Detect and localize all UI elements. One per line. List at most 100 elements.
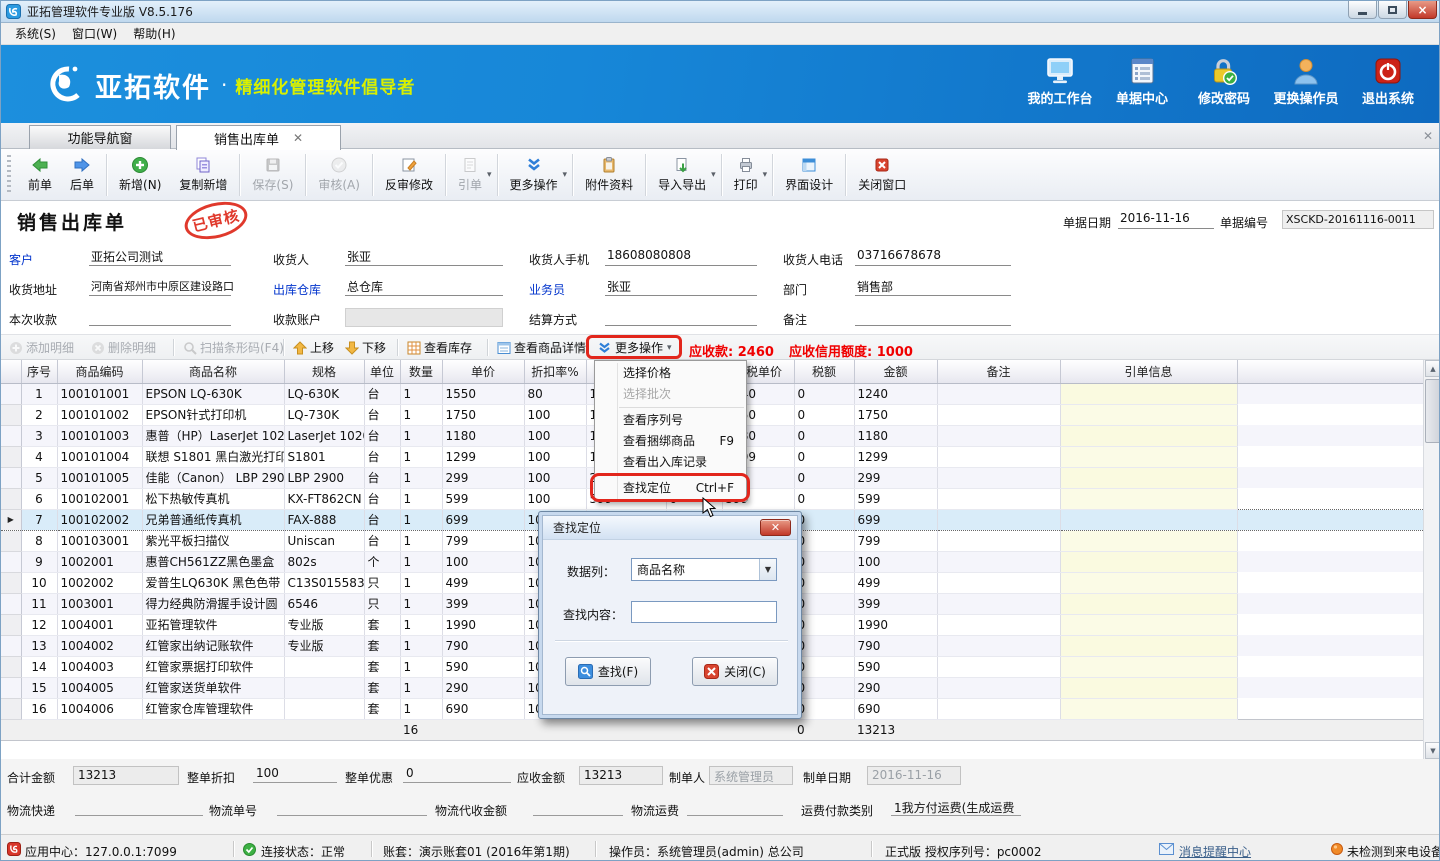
cell[interactable]: 个 bbox=[364, 551, 400, 572]
col-amount[interactable]: 金额 bbox=[854, 360, 937, 383]
cell[interactable]: LQ-730K bbox=[284, 404, 364, 425]
row-indicator[interactable] bbox=[1, 467, 21, 488]
tab-nav-window[interactable]: 功能导航窗 bbox=[29, 125, 171, 149]
cell[interactable]: 0 bbox=[794, 677, 854, 698]
cell[interactable] bbox=[1060, 383, 1237, 404]
cell[interactable] bbox=[1060, 677, 1237, 698]
cell[interactable]: 0 bbox=[794, 551, 854, 572]
row-indicator[interactable] bbox=[1, 551, 21, 572]
cell[interactable]: 100102002 bbox=[57, 509, 142, 530]
cell[interactable]: 80 bbox=[524, 383, 586, 404]
vertical-scrollbar[interactable]: ▲ ▼ bbox=[1423, 360, 1440, 759]
cell[interactable]: 只 bbox=[364, 593, 400, 614]
cell[interactable] bbox=[1060, 404, 1237, 425]
cell[interactable]: 1 bbox=[400, 677, 442, 698]
row-indicator[interactable] bbox=[1, 614, 21, 635]
close-window-button[interactable]: 关闭窗口 bbox=[849, 153, 915, 196]
cell[interactable]: 100101004 bbox=[57, 446, 142, 467]
cell[interactable] bbox=[1060, 698, 1237, 719]
cell[interactable]: 599 bbox=[854, 488, 937, 509]
warehouse-label[interactable]: 出库仓库 bbox=[273, 281, 321, 298]
row-indicator[interactable] bbox=[1, 698, 21, 719]
scroll-up-icon[interactable]: ▲ bbox=[1425, 360, 1440, 377]
cell[interactable]: 1004001 bbox=[57, 614, 142, 635]
col-unit[interactable]: 单位 bbox=[364, 360, 400, 383]
cell[interactable] bbox=[937, 593, 1060, 614]
cell[interactable]: 佳能（Canon） LBP 2900+ bbox=[142, 467, 284, 488]
cell[interactable]: 台 bbox=[364, 383, 400, 404]
cell[interactable]: 790 bbox=[854, 635, 937, 656]
cell[interactable]: 1299 bbox=[854, 446, 937, 467]
cell[interactable]: 套 bbox=[364, 677, 400, 698]
cell[interactable]: 1004002 bbox=[57, 635, 142, 656]
cell[interactable]: 0 bbox=[794, 509, 854, 530]
import-export-dropdown-icon[interactable]: ▾ bbox=[711, 170, 716, 180]
cell[interactable] bbox=[937, 509, 1060, 530]
cell[interactable]: 套 bbox=[364, 698, 400, 719]
cell[interactable]: 100101001 bbox=[57, 383, 142, 404]
cell[interactable]: 499 bbox=[854, 572, 937, 593]
cell[interactable]: EPSON针式打印机 bbox=[142, 404, 284, 425]
row-indicator[interactable] bbox=[1, 383, 21, 404]
row-indicator[interactable] bbox=[1, 593, 21, 614]
close-button[interactable]: × bbox=[1408, 1, 1437, 19]
cell[interactable]: 松下热敏传真机 bbox=[142, 488, 284, 509]
cell[interactable] bbox=[1060, 593, 1237, 614]
row-indicator[interactable] bbox=[1, 677, 21, 698]
col-seq[interactable]: 序号 bbox=[21, 360, 57, 383]
cell[interactable]: 699 bbox=[854, 509, 937, 530]
cell[interactable]: 1 bbox=[400, 488, 442, 509]
cell[interactable]: 1002001 bbox=[57, 551, 142, 572]
cell[interactable]: 专业版 bbox=[284, 635, 364, 656]
switch-operator-button[interactable]: 更换操作员 bbox=[1265, 57, 1347, 107]
doc-date-value[interactable]: 2016-11-16 bbox=[1118, 211, 1214, 229]
cell[interactable]: 100 bbox=[524, 446, 586, 467]
cell[interactable]: 16 bbox=[21, 698, 57, 719]
row-indicator[interactable] bbox=[1, 635, 21, 656]
menu-system[interactable]: 系统(S) bbox=[11, 22, 68, 45]
cell[interactable]: 1 bbox=[400, 404, 442, 425]
cell[interactable] bbox=[937, 614, 1060, 635]
cell[interactable]: 100101003 bbox=[57, 425, 142, 446]
freight-field[interactable] bbox=[687, 799, 783, 816]
cell[interactable]: 1750 bbox=[442, 404, 524, 425]
cell[interactable]: 1 bbox=[400, 635, 442, 656]
pull-order-dropdown-icon[interactable]: ▾ bbox=[487, 170, 492, 180]
phone-field[interactable]: 03716678678 bbox=[855, 248, 1011, 266]
cell[interactable]: 红管家送货单软件 bbox=[142, 677, 284, 698]
cell[interactable]: 0 bbox=[794, 383, 854, 404]
col-product-name[interactable]: 商品名称 bbox=[142, 360, 284, 383]
cell[interactable]: 290 bbox=[442, 677, 524, 698]
cell[interactable]: 12 bbox=[21, 614, 57, 635]
new-button[interactable]: 新增(N) bbox=[110, 153, 170, 196]
next-doc-button[interactable]: 后单 bbox=[61, 153, 103, 196]
cell[interactable]: 1750 bbox=[854, 404, 937, 425]
cell[interactable]: C13S015583 bbox=[284, 572, 364, 593]
find-button[interactable]: 查找(F) bbox=[565, 657, 651, 686]
cell[interactable]: 1 bbox=[21, 383, 57, 404]
row-indicator[interactable] bbox=[1, 530, 21, 551]
cell[interactable] bbox=[937, 446, 1060, 467]
cell[interactable]: 台 bbox=[364, 404, 400, 425]
cell[interactable] bbox=[1060, 425, 1237, 446]
more-actions-button[interactable]: 更多操作 bbox=[501, 153, 567, 196]
cell[interactable] bbox=[937, 698, 1060, 719]
cell[interactable]: 爱普生LQ630K 黑色色带 bbox=[142, 572, 284, 593]
print-button[interactable]: 打印 bbox=[725, 153, 767, 196]
change-password-button[interactable]: 修改密码 bbox=[1183, 57, 1265, 107]
cell[interactable]: 7 bbox=[21, 509, 57, 530]
freight-type-field[interactable]: 1我方付运费(生成运费 bbox=[891, 799, 1021, 816]
find-content-input[interactable] bbox=[631, 601, 777, 623]
cell[interactable]: 1004006 bbox=[57, 698, 142, 719]
cell[interactable]: KX-FT862CN bbox=[284, 488, 364, 509]
cell[interactable]: 只 bbox=[364, 572, 400, 593]
cell[interactable]: 0 bbox=[794, 425, 854, 446]
cell[interactable]: 惠普（HP）LaserJet 1020 bbox=[142, 425, 284, 446]
cell[interactable]: Uniscan bbox=[284, 530, 364, 551]
cell[interactable]: 台 bbox=[364, 425, 400, 446]
cell[interactable] bbox=[937, 656, 1060, 677]
message-center-link[interactable]: 消息提醒中心 bbox=[1179, 843, 1251, 860]
cell[interactable]: 0 bbox=[794, 467, 854, 488]
cell[interactable]: 惠普CH561ZZ黑色墨盒 bbox=[142, 551, 284, 572]
cell[interactable] bbox=[284, 677, 364, 698]
